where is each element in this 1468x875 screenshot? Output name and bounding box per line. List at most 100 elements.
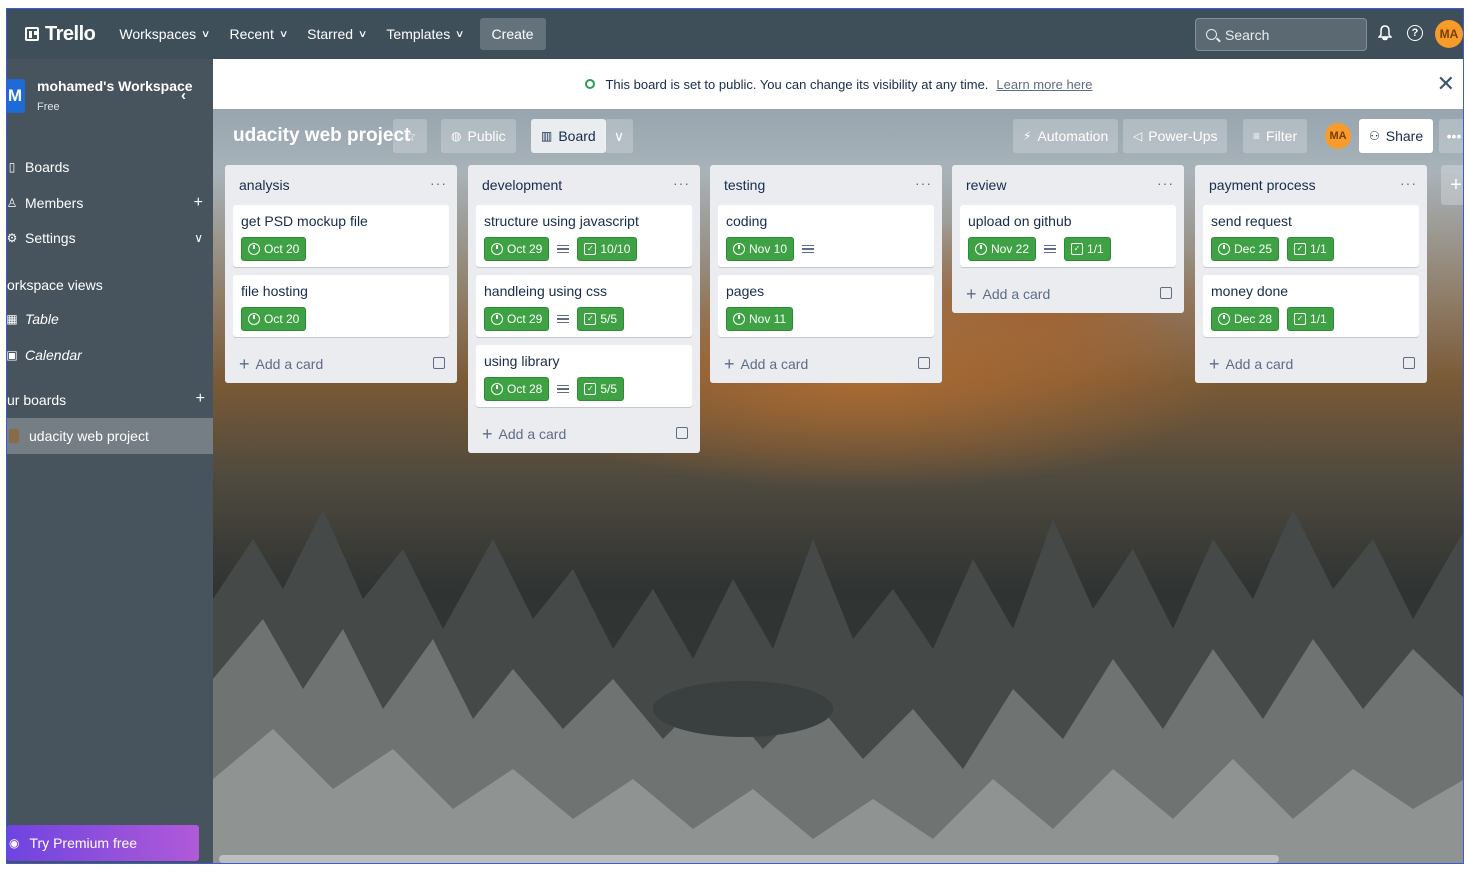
user-avatar[interactable]: MA xyxy=(1435,20,1463,48)
card[interactable]: send request Dec 25 ✓ 1/1 xyxy=(1203,205,1419,267)
card[interactable]: handleing using css Oct 29 ✓ 5/5 xyxy=(476,275,692,337)
card-template-icon[interactable] xyxy=(676,427,688,439)
sidebar-item-settings[interactable]: ⚙ Settings ∨ xyxy=(7,222,213,254)
filter-button[interactable]: ≡ Filter xyxy=(1243,119,1308,153)
due-date-badge[interactable]: Dec 28 xyxy=(1211,307,1280,331)
horizontal-scrollbar[interactable] xyxy=(219,855,1279,863)
add-card-label: Add a card xyxy=(1225,356,1294,372)
workspace-header[interactable]: M mohamed's Workspace Free ‹ xyxy=(7,73,213,121)
automation-button[interactable]: ⚡ Automation xyxy=(1013,119,1119,153)
card[interactable]: upload on github Nov 22 ✓ 1/1 xyxy=(960,205,1176,267)
sidebar-board-udacity[interactable]: udacity web project xyxy=(7,418,213,454)
nav-starred[interactable]: Starred ∨ xyxy=(297,18,376,50)
list-header[interactable]: review ··· xyxy=(952,165,1184,205)
try-premium-button[interactable]: ◉ Try Premium free xyxy=(7,825,199,861)
globe-icon xyxy=(585,79,596,89)
list-header[interactable]: testing ··· xyxy=(710,165,942,205)
collapse-sidebar-icon[interactable]: ‹ xyxy=(181,87,193,104)
board-title[interactable]: udacity web project xyxy=(233,125,410,147)
nav-recent[interactable]: Recent ∨ xyxy=(219,18,297,50)
list-menu-icon[interactable]: ··· xyxy=(1157,175,1174,191)
trello-logo[interactable]: Trello xyxy=(25,22,96,46)
card-title: coding xyxy=(726,213,768,229)
list-header[interactable]: payment process ··· xyxy=(1195,165,1427,205)
list-header[interactable]: development ··· xyxy=(468,165,700,205)
close-icon[interactable]: ✕ xyxy=(1437,71,1455,97)
list-menu-icon[interactable]: ··· xyxy=(915,175,932,191)
due-date-text: Nov 10 xyxy=(749,242,788,256)
visibility-button[interactable]: ◍ Public xyxy=(441,119,516,153)
due-date-badge[interactable]: Oct 29 xyxy=(484,307,550,331)
card[interactable]: coding Nov 10 xyxy=(718,205,934,267)
card[interactable]: structure using javascript Oct 29 ✓ 10/10 xyxy=(476,205,692,267)
learn-more-link[interactable]: Learn more here xyxy=(996,77,1092,92)
due-date-badge[interactable]: Oct 20 xyxy=(241,307,307,331)
settings-icon: ⚙ xyxy=(6,231,18,245)
checklist-badge: ✓ 5/5 xyxy=(577,377,625,401)
card-template-icon[interactable] xyxy=(1403,357,1415,369)
card-template-icon[interactable] xyxy=(918,357,930,369)
due-date-badge[interactable]: Nov 11 xyxy=(726,307,794,331)
card-template-icon[interactable] xyxy=(433,357,445,369)
list-menu-icon[interactable]: ··· xyxy=(1400,175,1417,191)
card[interactable]: file hosting Oct 20 xyxy=(233,275,449,337)
checklist-badge: ✓ 5/5 xyxy=(577,307,625,331)
add-board-icon[interactable]: + xyxy=(183,383,213,415)
chevron-down-icon: ∨ xyxy=(194,231,203,245)
due-date-badge[interactable]: Dec 25 xyxy=(1211,237,1280,261)
card[interactable]: pages Nov 11 xyxy=(718,275,934,337)
clock-icon xyxy=(491,383,503,395)
sidebar-item-label: Settings xyxy=(25,230,76,246)
search-input[interactable]: Search xyxy=(1195,18,1367,51)
plus-icon: + xyxy=(966,283,977,304)
card[interactable]: money done Dec 28 ✓ 1/1 xyxy=(1203,275,1419,337)
add-card-button[interactable]: + Add a card xyxy=(710,345,942,383)
sidebar-item-members[interactable]: ♙ Members + xyxy=(7,187,213,219)
list-menu-icon[interactable]: ··· xyxy=(673,175,690,191)
due-date-badge[interactable]: Oct 29 xyxy=(484,237,550,261)
card-template-icon[interactable] xyxy=(1160,287,1172,299)
calendar-icon: ▣ xyxy=(6,348,18,362)
add-card-button[interactable]: + Add a card xyxy=(1195,345,1427,383)
due-date-badge[interactable]: Oct 28 xyxy=(484,377,550,401)
sidebar-view-table[interactable]: ▦ Table xyxy=(7,303,213,335)
board-canvas: This board is set to public. You can cha… xyxy=(213,59,1463,863)
trello-logo-icon xyxy=(25,27,39,41)
add-card-button[interactable]: + Add a card xyxy=(468,415,700,453)
add-member-icon[interactable]: + xyxy=(194,194,203,212)
board-menu-button[interactable]: ••• xyxy=(1439,119,1463,153)
board-view-button[interactable]: ▥ Board xyxy=(531,119,606,153)
share-label: Share xyxy=(1385,128,1424,144)
card[interactable]: using library Oct 28 ✓ 5/5 xyxy=(476,345,692,407)
nav-starred-label: Starred xyxy=(307,26,354,42)
board-member-avatar[interactable]: MA xyxy=(1325,123,1351,149)
bell-icon[interactable] xyxy=(1375,23,1395,43)
add-card-button[interactable]: + Add a card xyxy=(952,275,1184,313)
add-card-button[interactable]: + Add a card xyxy=(225,345,457,383)
views-dropdown[interactable]: ∨ xyxy=(605,119,633,153)
description-icon xyxy=(1044,244,1057,254)
chevron-down-icon: ∨ xyxy=(455,28,465,40)
sidebar-item-boards[interactable]: ▯ Boards xyxy=(7,151,213,183)
star-board-button[interactable]: ☆ xyxy=(393,119,427,153)
power-ups-button[interactable]: ◁ Power-Ups xyxy=(1123,119,1228,153)
help-icon[interactable]: ? xyxy=(1405,23,1425,43)
list-menu-icon[interactable]: ··· xyxy=(430,175,447,191)
due-date-badge[interactable]: Oct 20 xyxy=(241,237,307,261)
filter-icon: ≡ xyxy=(1253,129,1261,143)
search-icon xyxy=(1206,29,1217,40)
nav-templates[interactable]: Templates ∨ xyxy=(376,18,473,50)
create-button[interactable]: Create xyxy=(479,18,546,50)
sidebar-view-calendar[interactable]: ▣ Calendar xyxy=(7,339,213,371)
due-date-badge[interactable]: Nov 22 xyxy=(968,237,1037,261)
logo-text: Trello xyxy=(45,22,96,45)
card[interactable]: get PSD mockup file Oct 20 xyxy=(233,205,449,267)
list-title: review xyxy=(966,177,1007,193)
list-header[interactable]: analysis ··· xyxy=(225,165,457,205)
checklist-icon: ✓ xyxy=(1294,243,1307,255)
add-list-button[interactable]: + xyxy=(1441,165,1463,205)
share-button[interactable]: ⚇ Share xyxy=(1359,119,1434,153)
clock-icon xyxy=(491,243,503,255)
nav-workspaces[interactable]: Workspaces ∨ xyxy=(109,18,219,50)
due-date-badge[interactable]: Nov 10 xyxy=(726,237,795,261)
